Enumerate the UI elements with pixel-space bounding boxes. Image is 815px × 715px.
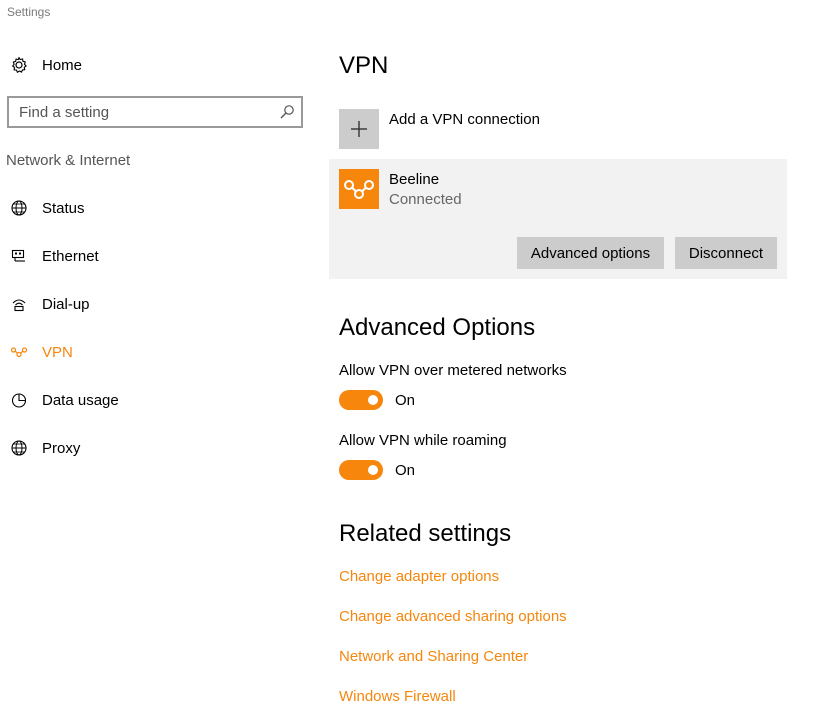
page-title: VPN xyxy=(339,52,389,79)
windows-firewall-link[interactable]: Windows Firewall xyxy=(339,688,456,705)
home-nav-item[interactable]: Home xyxy=(10,54,82,76)
advanced-options-button[interactable]: Advanced options xyxy=(517,237,664,269)
roaming-label: Allow VPN while roaming xyxy=(339,432,507,449)
metered-networks-label: Allow VPN over metered networks xyxy=(339,362,567,379)
ethernet-icon xyxy=(11,249,25,262)
sidebar-nav: Status Ethernet Dial-up VPN Data usage P… xyxy=(10,197,119,485)
sidebar-item-label: Ethernet xyxy=(42,247,99,265)
vpn-icon xyxy=(10,347,28,358)
add-vpn-button[interactable]: Add a VPN connection xyxy=(339,109,540,149)
metered-networks-toggle[interactable]: On xyxy=(339,390,415,410)
add-vpn-label: Add a VPN connection xyxy=(389,111,540,128)
sidebar-item-dialup[interactable]: Dial-up xyxy=(10,293,119,315)
toggle-switch[interactable] xyxy=(339,390,383,410)
change-advanced-sharing-link[interactable]: Change advanced sharing options xyxy=(339,608,567,625)
sidebar-item-data-usage[interactable]: Data usage xyxy=(10,389,119,411)
advanced-options-heading: Advanced Options xyxy=(339,314,536,341)
gear-icon xyxy=(12,56,27,73)
sidebar-item-status[interactable]: Status xyxy=(10,197,119,219)
toggle-switch[interactable] xyxy=(339,460,383,480)
home-label: Home xyxy=(42,56,83,74)
window-title: Settings xyxy=(7,5,51,19)
vpn-connection-status: Connected xyxy=(389,191,462,208)
toggle-state: On xyxy=(395,391,416,409)
roaming-toggle[interactable]: On xyxy=(339,460,415,480)
sidebar-item-label: Status xyxy=(42,199,85,217)
globe-icon xyxy=(11,200,27,216)
related-settings-heading: Related settings xyxy=(339,520,512,547)
sidebar-item-label: Dial-up xyxy=(42,295,90,313)
disconnect-button[interactable]: Disconnect xyxy=(675,237,777,269)
sidebar-item-vpn[interactable]: VPN xyxy=(10,341,119,363)
search-box[interactable] xyxy=(7,96,303,128)
sidebar-item-ethernet[interactable]: Ethernet xyxy=(10,245,119,267)
data-usage-icon xyxy=(11,393,27,408)
globe-icon xyxy=(11,440,27,456)
vpn-connection-card[interactable]: Beeline Connected Advanced options Disco… xyxy=(329,159,787,279)
change-adapter-options-link[interactable]: Change adapter options xyxy=(339,568,499,585)
vpn-connection-name: Beeline xyxy=(389,171,440,188)
sidebar-item-proxy[interactable]: Proxy xyxy=(10,437,119,459)
sidebar-item-label: VPN xyxy=(42,343,73,361)
plus-icon[interactable] xyxy=(339,109,379,149)
vpn-connection-icon xyxy=(339,169,379,209)
network-sharing-center-link[interactable]: Network and Sharing Center xyxy=(339,648,528,665)
section-label: Network & Internet xyxy=(6,152,131,169)
toggle-knob xyxy=(368,395,378,405)
toggle-knob xyxy=(368,465,378,475)
search-input[interactable] xyxy=(9,98,269,126)
search-icon[interactable] xyxy=(279,104,295,120)
dialup-icon xyxy=(12,299,26,312)
toggle-state: On xyxy=(395,461,416,479)
sidebar-item-label: Data usage xyxy=(42,391,119,409)
sidebar-item-label: Proxy xyxy=(42,439,81,457)
